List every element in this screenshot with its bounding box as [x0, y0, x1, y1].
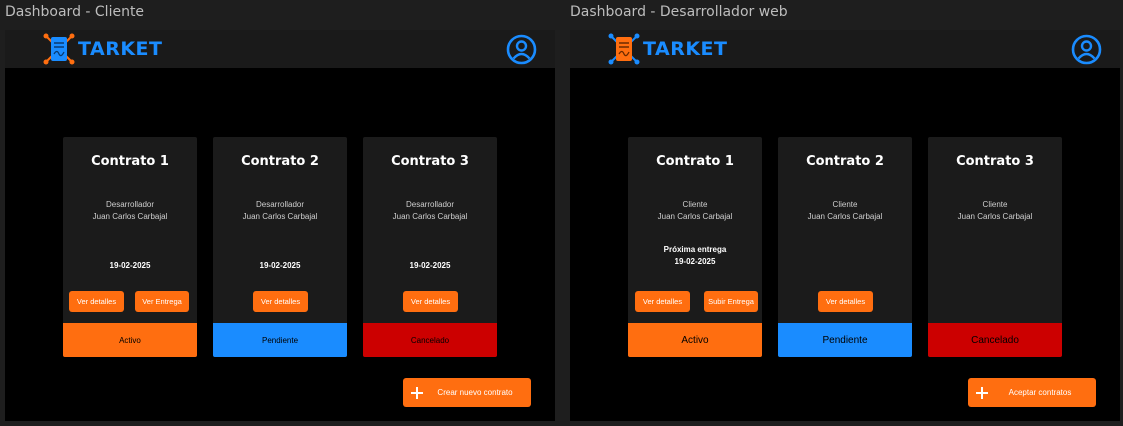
- contract-card: Contrato 1 Cliente Juan Carlos Carbajal …: [628, 137, 762, 357]
- view-details-button[interactable]: Ver detalles: [403, 291, 458, 312]
- view-delivery-button[interactable]: Ver Entrega: [135, 291, 189, 312]
- brand-logo[interactable]: TARKET: [607, 33, 727, 65]
- contract-role: Desarrollador: [255, 200, 305, 209]
- contract-role: Desarrollador: [105, 200, 155, 209]
- upload-delivery-button[interactable]: Subir Entrega: [704, 291, 758, 312]
- status-badge: Pendiente: [213, 323, 347, 357]
- contract-title: Contrato 1: [656, 154, 734, 169]
- dashboard-cliente: TARKET Contrato 1 Desarrollador Juan Car…: [5, 30, 555, 421]
- contract-role: Cliente: [682, 200, 708, 209]
- status-badge: Activo: [63, 323, 197, 357]
- frame-label-desarrollador: Dashboard - Desarrollador web: [570, 4, 788, 20]
- document-logo-icon: [43, 33, 75, 65]
- dashboard-desarrollador: TARKET Contrato 1 Cliente Juan Carlos Ca…: [570, 30, 1120, 421]
- contract-person: Juan Carlos Carbajal: [657, 212, 733, 221]
- status-badge: Cancelado: [363, 323, 497, 357]
- contract-title: Contrato 1: [91, 154, 169, 169]
- contract-card: Contrato 3 Desarrollador Juan Carlos Car…: [363, 137, 497, 357]
- status-badge: Activo: [628, 323, 762, 357]
- top-bar: TARKET: [5, 30, 555, 68]
- contract-person: Juan Carlos Carbajal: [92, 212, 168, 221]
- top-bar: TARKET: [570, 30, 1120, 68]
- brand-name: TARKET: [643, 38, 728, 60]
- contract-person: Juan Carlos Carbajal: [242, 212, 318, 221]
- contract-card: Contrato 3 Cliente Juan Carlos Carbajal …: [928, 137, 1062, 357]
- contract-date: 19-02-2025: [674, 257, 716, 266]
- user-profile-icon[interactable]: [506, 34, 537, 65]
- contract-card: Contrato 2 Cliente Juan Carlos Carbajal …: [778, 137, 912, 357]
- contract-card: Contrato 1 Desarrollador Juan Carlos Car…: [63, 137, 197, 357]
- contract-date: 19-02-2025: [409, 261, 451, 270]
- view-details-button[interactable]: Ver detalles: [818, 291, 873, 312]
- contract-role: Cliente: [982, 200, 1008, 209]
- plus-icon: [976, 386, 988, 399]
- contract-role: Desarrollador: [405, 200, 455, 209]
- create-contract-label: Crear nuevo contrato: [437, 388, 513, 397]
- contract-title: Contrato 2: [241, 154, 319, 169]
- view-details-button[interactable]: Ver detalles: [253, 291, 308, 312]
- plus-icon: [411, 386, 423, 399]
- accept-contracts-button[interactable]: Aceptar contratos: [968, 378, 1096, 407]
- accept-contracts-label: Aceptar contratos: [1008, 388, 1072, 397]
- frame-label-cliente: Dashboard - Cliente: [5, 4, 145, 20]
- contract-title: Contrato 2: [806, 154, 884, 169]
- contract-date: 19-02-2025: [259, 261, 301, 270]
- brand-logo[interactable]: TARKET: [42, 33, 162, 65]
- next-delivery-label: Próxima entrega: [663, 245, 727, 254]
- contract-date: 19-02-2025: [109, 261, 151, 270]
- contract-title: Contrato 3: [956, 154, 1034, 169]
- contract-title: Contrato 3: [391, 154, 469, 169]
- contract-role: Cliente: [832, 200, 858, 209]
- status-badge: Cancelado: [928, 323, 1062, 357]
- contract-person: Juan Carlos Carbajal: [807, 212, 883, 221]
- create-contract-button[interactable]: Crear nuevo contrato: [403, 378, 531, 407]
- view-details-button[interactable]: Ver detalles: [69, 291, 124, 312]
- contract-card: Contrato 2 Desarrollador Juan Carlos Car…: [213, 137, 347, 357]
- user-profile-icon[interactable]: [1071, 34, 1102, 65]
- contract-person: Juan Carlos Carbajal: [957, 212, 1033, 221]
- document-logo-icon: [608, 33, 640, 65]
- status-badge: Pendiente: [778, 323, 912, 357]
- brand-name: TARKET: [78, 38, 163, 60]
- contract-person: Juan Carlos Carbajal: [392, 212, 468, 221]
- view-details-button[interactable]: Ver detalles: [635, 291, 690, 312]
